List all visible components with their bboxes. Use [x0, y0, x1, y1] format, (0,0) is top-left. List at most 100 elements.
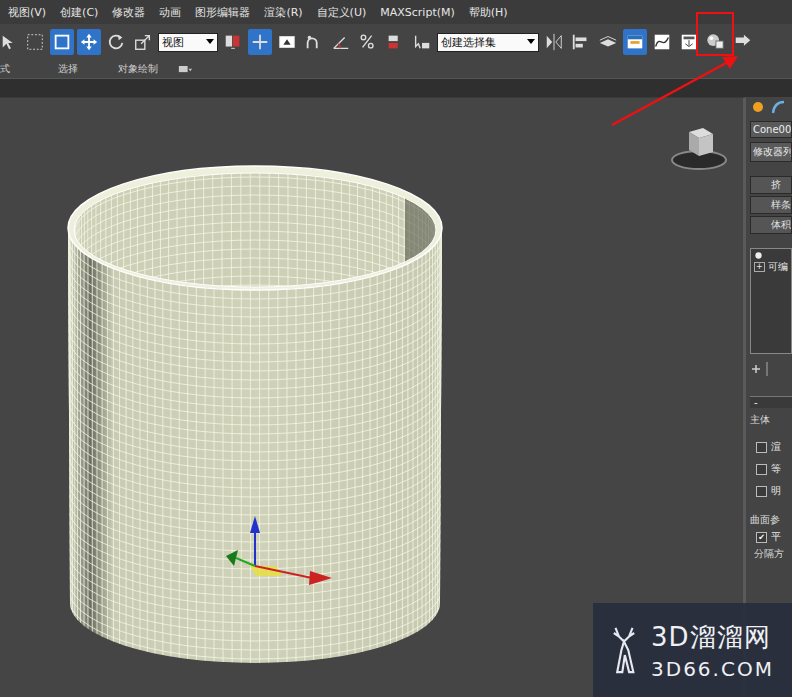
watermark: 3D溜溜网 3D66.COM [593, 603, 792, 697]
menu-item[interactable]: 帮助(H) [469, 5, 508, 20]
modifier-buttons: 挤样条线体积选 [750, 176, 792, 234]
named-selection-icon [412, 32, 432, 52]
modifier-button[interactable]: 体积选 [750, 216, 792, 234]
keyboard-shortcut-icon [277, 32, 297, 52]
tool-button[interactable] [329, 29, 353, 55]
window-crossing-icon [52, 32, 72, 52]
menu-item[interactable]: 渲染(R) [264, 5, 302, 20]
checkbox-row[interactable]: 明 [756, 484, 792, 498]
checkbox[interactable] [756, 442, 767, 453]
main-toolbar: 视图 创建选择集 [0, 24, 792, 60]
ribbon-label[interactable]: 式 [0, 62, 10, 76]
dropdown-arrow-icon [206, 39, 214, 45]
menu-item[interactable]: 视图(V) [8, 5, 46, 20]
rollout-header[interactable]: - [750, 397, 792, 408]
menu-item[interactable]: 图形编辑器 [195, 5, 250, 20]
deer-logo-icon [607, 622, 641, 678]
curve-editor-icon [652, 32, 672, 52]
ribbon-label[interactable]: 对象绘制 [118, 62, 158, 76]
modifier-button[interactable]: 样条线 [750, 196, 792, 214]
group-label: 分隔方 [750, 547, 792, 561]
tool-button[interactable] [221, 29, 245, 55]
rotate-icon [106, 32, 126, 52]
material-editor-button[interactable] [705, 31, 727, 53]
red-arrow-icon [0, 0, 792, 697]
tool-button[interactable] [650, 29, 674, 55]
select-manipulate-icon [250, 32, 270, 52]
checkbox[interactable]: ✔ [756, 532, 767, 543]
tool-button[interactable] [542, 29, 566, 55]
object-name-field[interactable]: Cone001 [750, 121, 792, 138]
stack-item[interactable]: + 可编 [754, 260, 788, 274]
rollout: - 主体 渲 等 明 曲面参 ✔ 平 分隔方 [750, 396, 792, 561]
separator [766, 362, 768, 376]
select-arrow-icon[interactable] [0, 32, 20, 52]
ribbon-label[interactable]: 选择 [58, 62, 78, 76]
snap-toggle-icon [304, 32, 324, 52]
tool-button[interactable] [104, 29, 128, 55]
viewcube-icon[interactable] [668, 122, 730, 172]
ribbon-panel-strip [0, 78, 792, 97]
pivot-icon [223, 32, 243, 52]
spinner-snap-icon [385, 32, 405, 52]
tool-button[interactable] [302, 29, 326, 55]
stack-tools [750, 358, 792, 380]
ribbon-options-icon[interactable] [178, 65, 192, 74]
menu-item[interactable]: 自定义(U) [317, 5, 367, 20]
group-title: 曲面参 [750, 507, 792, 527]
align-icon [571, 32, 591, 52]
menu-bar: 视图(V) 创建(C) 修改器动画图形编辑器渲染(R) 自定义(U) MAXScript… [0, 0, 792, 24]
menu-item[interactable]: 创建(C) [60, 5, 98, 20]
rect-select-icon [25, 32, 45, 52]
tool-button[interactable] [623, 29, 647, 55]
modifier-button[interactable]: 挤 [750, 176, 792, 194]
dropdown-arrow-icon [527, 39, 535, 45]
ribbon-tab-row: 式 选择 对象绘制 [0, 60, 792, 78]
create-tab-icon[interactable] [750, 99, 766, 115]
command-tabs [750, 97, 792, 117]
highlight-box [696, 12, 734, 56]
transform-gizmo-icon[interactable] [226, 516, 332, 585]
checkbox-row[interactable]: 等 [756, 462, 792, 476]
modifier-stack: + 可编 [750, 248, 792, 354]
edit-named-selection-button[interactable] [410, 29, 434, 55]
pin-stack-icon[interactable] [750, 363, 762, 375]
checkbox-row[interactable]: ✔ 平 [750, 530, 792, 544]
mirror-icon [544, 32, 564, 52]
tool-button[interactable] [275, 29, 299, 55]
tool-button[interactable] [356, 29, 380, 55]
named-selection-dropdown[interactable]: 创建选择集 [437, 33, 539, 52]
tool-button[interactable] [383, 29, 407, 55]
tool-button[interactable] [248, 29, 272, 55]
menu-item[interactable]: MAXScript(M) [380, 6, 455, 19]
menu-item[interactable]: 修改器 [112, 5, 145, 20]
reference-coord-dropdown[interactable]: 视图 [158, 33, 218, 52]
rollout-title: 主体 [750, 411, 792, 429]
tool-button[interactable] [77, 29, 101, 55]
checkbox[interactable] [756, 486, 767, 497]
modifier-list-dropdown[interactable]: 修改器列 [750, 142, 792, 162]
tool-button[interactable] [50, 29, 74, 55]
material-editor-icon [705, 31, 725, 51]
tool-button[interactable] [569, 29, 593, 55]
scale-icon [133, 32, 153, 52]
watermark-text: 3D溜溜网 3D66.COM [651, 620, 774, 681]
tool-button[interactable] [596, 29, 620, 55]
expand-toggle[interactable]: + [754, 262, 765, 272]
menu-item[interactable]: 动画 [159, 5, 181, 20]
checkbox-row[interactable]: 渲 [756, 440, 792, 454]
tool-button[interactable] [704, 29, 728, 55]
tool-button[interactable] [131, 29, 155, 55]
option-list: 渲 等 明 [750, 432, 792, 504]
render-setup-icon [733, 32, 753, 52]
modify-tab-icon[interactable] [770, 99, 786, 115]
checkbox[interactable] [756, 464, 767, 475]
layer-icon [598, 32, 618, 52]
angle-snap-icon [331, 32, 351, 52]
tool-button[interactable] [731, 29, 755, 55]
tool-button[interactable] [23, 29, 47, 55]
percent-snap-icon [358, 32, 378, 52]
app-window: 视图(V) 创建(C) 修改器动画图形编辑器渲染(R) 自定义(U) MAXScript… [0, 0, 792, 697]
ribbon-icon [625, 32, 645, 52]
bulb-icon[interactable] [754, 251, 763, 260]
